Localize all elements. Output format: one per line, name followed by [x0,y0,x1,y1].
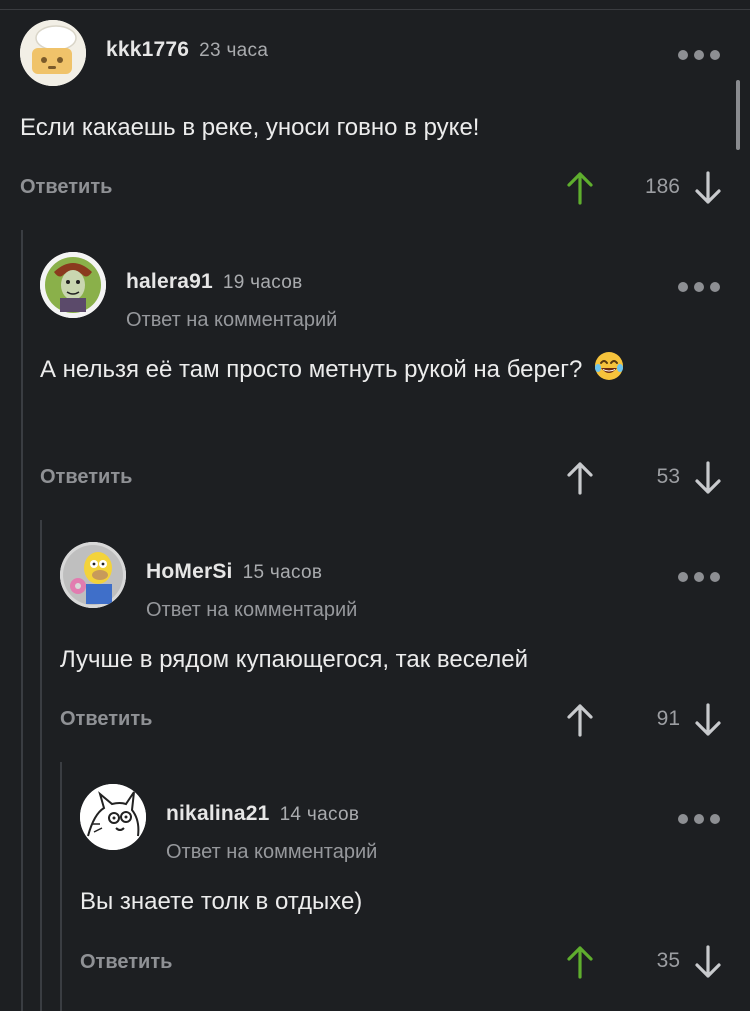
comment-text-content: А нельзя её там просто метнуть рукой на … [40,356,583,383]
reply-to-link[interactable]: Ответ на комментарий [166,841,377,864]
username-row: kkk1776 23 часа [106,38,268,62]
comment-text: А нельзя её там просто метнуть рукой на … [40,348,660,392]
avatar[interactable] [40,252,106,318]
more-dots-icon[interactable] [678,572,722,582]
upvote-arrow-icon[interactable] [564,460,596,496]
reply-button[interactable]: Ответить [40,466,132,489]
upvote-arrow-icon[interactable] [564,170,596,206]
more-dots-icon[interactable] [678,282,722,292]
vote-score: 186 [644,175,680,198]
vote-score: 53 [656,465,680,488]
username-row: nikalina21 14 часов [166,802,359,826]
comment: kkk1776 23 часа Если какаешь в реке, унос… [20,20,750,220]
timestamp[interactable]: 19 часов [223,272,303,293]
downvote-arrow-icon[interactable] [692,170,724,206]
avatar[interactable] [20,20,86,86]
timestamp[interactable]: 14 часов [280,804,360,825]
comment-header: kkk1776 23 часа [20,20,750,90]
upvote-arrow-icon[interactable] [564,944,596,980]
reply-button[interactable]: Ответить [20,176,112,199]
downvote-arrow-icon[interactable] [692,702,724,738]
vote-score: 35 [656,949,680,972]
comment-text: Лучше в рядом купающегося, так веселей [60,646,529,673]
avatar[interactable] [80,784,146,850]
comment-reply: halera91 19 часов Ответ на комментарий А … [40,252,750,502]
downvote-arrow-icon[interactable] [692,944,724,980]
vote-controls: 53 [564,460,724,496]
timestamp[interactable]: 23 часа [199,40,268,61]
reply-button[interactable]: Ответить [60,708,152,731]
thread-line-level-3[interactable] [60,762,62,1011]
comment-text: Вы знаете толк в отдыхе) [80,888,363,915]
comment-header: nikalina21 14 часов Ответ на комментарий [80,784,750,863]
reply-to-link[interactable]: Ответ на комментарий [146,599,357,622]
thread-line-level-2[interactable] [40,520,42,1011]
downvote-arrow-icon[interactable] [692,460,724,496]
more-dots-icon[interactable] [678,50,722,60]
upvote-arrow-icon[interactable] [564,702,596,738]
laughing-tears-emoji [594,352,623,380]
comment-reply: HoMerSi 15 часов Ответ на комментарий Луч… [60,542,750,742]
vote-controls: 91 [564,702,724,738]
reply-to-link[interactable]: Ответ на комментарий [126,309,337,332]
vote-controls: 35 [564,944,724,980]
comment-reply: nikalina21 14 часов Ответ на комментарий … [80,784,750,994]
reply-button[interactable]: Ответить [80,951,172,974]
comment-header: halera91 19 часов Ответ на комментарий [40,252,750,331]
vote-controls: 186 [564,170,724,206]
comment-text: Если какаешь в реке, уноси говно в руке! [20,114,480,141]
username-row: halera91 19 часов [126,270,303,294]
avatar[interactable] [60,542,126,608]
thread-line-level-1[interactable] [21,230,23,1011]
username[interactable]: kkk1776 [106,38,189,61]
more-dots-icon[interactable] [678,814,722,824]
username[interactable]: halera91 [126,270,213,293]
vote-score: 91 [656,707,680,730]
timestamp[interactable]: 15 часов [243,562,323,583]
username[interactable]: nikalina21 [166,802,270,825]
username[interactable]: HoMerSi [146,560,233,583]
comment-header: HoMerSi 15 часов Ответ на комментарий [60,542,750,621]
top-divider [0,9,750,10]
username-row: HoMerSi 15 часов [146,560,322,584]
